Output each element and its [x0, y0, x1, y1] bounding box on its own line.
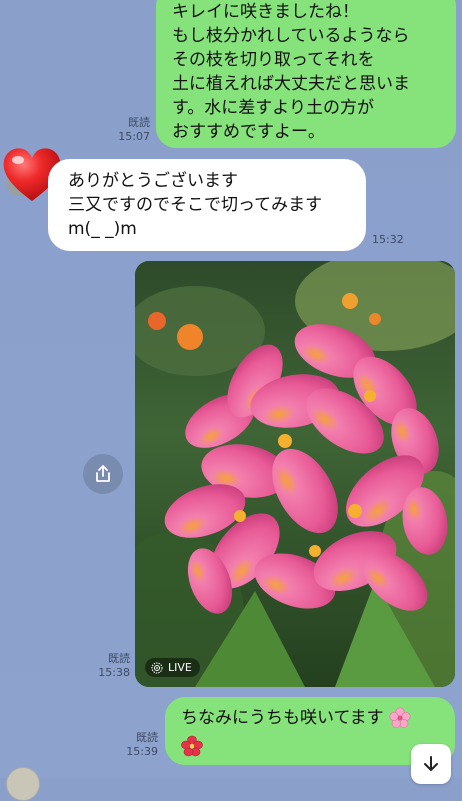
message-line: おすすめですよー。	[172, 122, 325, 142]
share-icon	[96, 465, 110, 482]
message-line: ちなみにうちも咲いてます	[181, 706, 455, 730]
timestamp: 15:07	[118, 130, 150, 143]
read-receipt: 既読	[108, 652, 130, 665]
message-meta: 既読 15:07	[110, 116, 150, 144]
message-line: ありがとうございます	[68, 171, 238, 191]
avatar[interactable]	[6, 767, 40, 801]
live-photo-icon	[151, 662, 163, 673]
message-line: す。水に差すより土の方が	[172, 98, 374, 118]
photo-message[interactable]: LIVE	[135, 261, 455, 687]
timestamp: 15:38	[98, 666, 130, 679]
message-line: m(_ _)m	[68, 219, 137, 239]
share-button[interactable]	[83, 454, 123, 494]
message-meta: 既読 15:38	[90, 652, 130, 680]
message-line: もし枝分かれしているようなら	[172, 26, 410, 46]
message-line: キレイに咲きましたね！	[172, 2, 359, 22]
message-line: その枝を切り取ってそれを	[172, 50, 375, 70]
message-line: 土に植えれば大丈夫だと思いま	[172, 74, 410, 94]
scroll-to-bottom-button[interactable]	[411, 744, 451, 784]
message-line: 三又ですのでそこで切ってみます	[68, 195, 323, 215]
sent-message-bubble[interactable]: キレイに咲きましたね！ もし枝分かれしているようなら その枝を切り取ってそれを …	[156, 0, 456, 148]
timestamp: 15:39	[126, 745, 158, 758]
hibiscus-emoji-icon	[181, 735, 203, 757]
message-meta: 既読 15:39	[118, 731, 158, 759]
received-message-bubble[interactable]: ありがとうございます 三又ですのでそこで切ってみます m(_ _)m	[48, 159, 366, 251]
cherry-blossom-emoji-icon	[389, 707, 411, 728]
plumeria-flower-photo	[135, 261, 455, 687]
timestamp: 15:32	[372, 233, 404, 246]
arrow-down-icon	[424, 756, 438, 771]
live-photo-badge[interactable]: LIVE	[145, 658, 200, 677]
read-receipt: 既読	[128, 116, 150, 129]
message-text: ちなみにうちも咲いてます	[181, 708, 384, 728]
live-label: LIVE	[168, 661, 192, 674]
read-receipt: 既読	[136, 731, 158, 744]
